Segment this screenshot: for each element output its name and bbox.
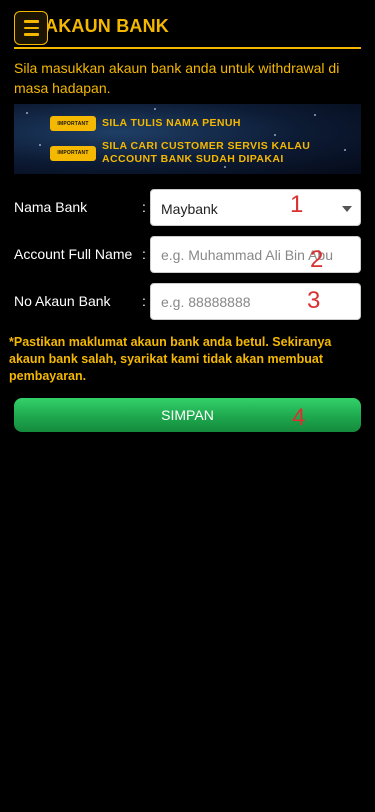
important-tag: IMPORTANT [50, 116, 96, 131]
full-name-row: Account Full Name : 2 [14, 236, 361, 273]
important-banner: IMPORTANT SILA TULIS NAMA PENUH IMPORTAN… [14, 104, 361, 174]
banner-item: IMPORTANT SILA CARI CUSTOMER SERVIS KALA… [50, 140, 310, 166]
step-marker: 4 [292, 404, 306, 431]
page-header: AKAUN BANK [14, 11, 361, 49]
hamburger-icon [23, 20, 39, 23]
warning-note: *Pastikan maklumat akaun bank anda betul… [9, 335, 332, 383]
account-no-input[interactable] [151, 284, 360, 319]
hamburger-icon-bar [23, 33, 39, 36]
account-no-field-box [150, 283, 361, 320]
colon: : [142, 199, 146, 215]
banner-line: SILA TULIS NAMA PENUH [102, 117, 241, 129]
intro-text: Sila masukkan akaun bank anda untuk with… [14, 60, 340, 96]
bank-name-value: Maybank [161, 201, 218, 217]
menu-button[interactable] [14, 11, 48, 45]
account-no-label: No Akaun Bank [14, 293, 111, 309]
colon: : [142, 246, 146, 262]
step-marker: 2 [310, 246, 324, 273]
save-button[interactable]: SIMPAN [14, 398, 361, 432]
step-marker: 3 [307, 287, 321, 314]
full-name-label: Account Full Name [14, 246, 133, 262]
page-title: AKAUN BANK [45, 16, 169, 36]
bank-name-label: Nama Bank [14, 199, 88, 215]
banner-item: IMPORTANT SILA TULIS NAMA PENUH [50, 116, 241, 131]
chevron-down-icon [342, 206, 352, 212]
hamburger-icon-bar [23, 26, 39, 30]
full-name-input[interactable] [151, 237, 360, 272]
banner-line: SILA CARI CUSTOMER SERVIS KALAU ACCOUNT … [102, 140, 311, 165]
account-no-row: No Akaun Bank : 3 [14, 283, 361, 320]
bank-name-row: Nama Bank : Maybank 1 [14, 189, 361, 226]
bank-name-select[interactable]: Maybank [150, 189, 361, 226]
colon: : [142, 293, 146, 309]
important-tag: IMPORTANT [50, 145, 96, 161]
full-name-field-box [150, 236, 361, 273]
step-marker: 1 [290, 191, 304, 218]
save-button-label: SIMPAN [161, 407, 214, 423]
